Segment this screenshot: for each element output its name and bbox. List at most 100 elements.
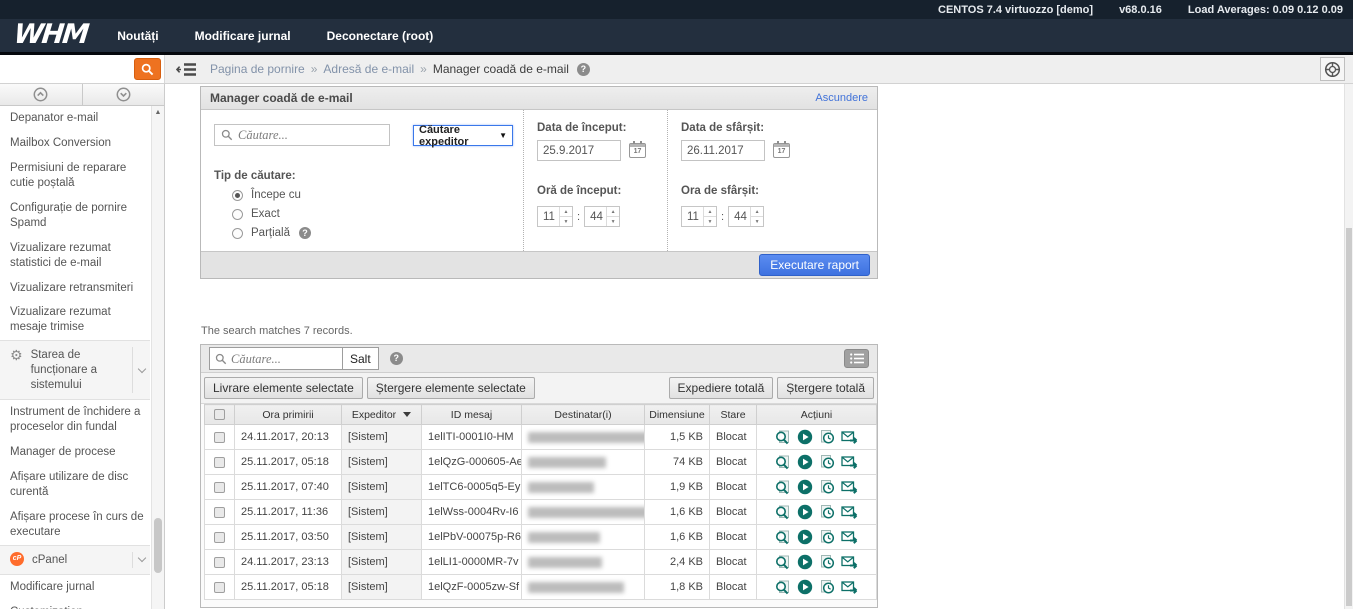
message-time-icon[interactable] xyxy=(819,504,835,520)
sidebar-item[interactable]: Afișare procese în curs de executare xyxy=(0,505,150,545)
list-view-button[interactable] xyxy=(844,349,869,368)
step-up-icon[interactable]: ▲ xyxy=(751,207,763,217)
row-checkbox[interactable] xyxy=(214,532,225,543)
search-type-radio[interactable]: Parțială xyxy=(232,227,517,239)
sidebar-item[interactable]: Mailbox Conversion xyxy=(0,131,150,156)
search-type-radio[interactable]: Începe cu xyxy=(232,189,517,201)
deliver-message-icon[interactable] xyxy=(797,454,813,470)
deliver-selected-button[interactable]: Livrare elemente selectate xyxy=(204,377,363,399)
search-filter-select[interactable]: Căutare expeditor ▼ xyxy=(413,125,513,146)
go-button[interactable]: Salt xyxy=(342,347,379,370)
col-message-id[interactable]: ID mesaj xyxy=(422,405,522,425)
row-checkbox[interactable] xyxy=(214,482,225,493)
hide-link[interactable]: Ascundere xyxy=(815,92,868,104)
sidebar-item[interactable]: Afișare utilizare de disc curentă xyxy=(0,465,150,505)
forward-message-icon[interactable] xyxy=(841,554,859,570)
end-minute-stepper[interactable]: 44 ▲▼ xyxy=(728,206,764,227)
sidebar-item[interactable]: Instrument de închidere a proceselor din… xyxy=(0,400,150,440)
start-date-input[interactable] xyxy=(537,140,621,161)
run-report-button[interactable]: Executare raport xyxy=(759,254,870,276)
header-select-all[interactable] xyxy=(205,405,235,425)
delete-selected-button[interactable]: Ștergere elemente selectate xyxy=(367,377,535,399)
view-message-icon[interactable] xyxy=(774,429,791,446)
forward-message-icon[interactable] xyxy=(841,579,859,595)
col-time[interactable]: Ora primirii xyxy=(235,405,342,425)
scrollbar-up-arrow-icon[interactable]: ▲ xyxy=(152,106,164,118)
forward-message-icon[interactable] xyxy=(841,429,859,445)
forward-message-icon[interactable] xyxy=(841,504,859,520)
calendar-icon[interactable]: 17 xyxy=(773,143,790,158)
header-nav-item[interactable]: Modificare jurnal xyxy=(195,29,291,43)
row-checkbox[interactable] xyxy=(214,557,225,568)
message-time-icon[interactable] xyxy=(819,454,835,470)
help-icon[interactable] xyxy=(299,227,311,239)
collapse-sidebar-icon[interactable] xyxy=(176,62,197,77)
header-nav-item[interactable]: Deconectare (root) xyxy=(327,29,434,43)
breadcrumb-home[interactable]: Pagina de pornire xyxy=(210,62,305,76)
col-status[interactable]: Stare xyxy=(710,405,757,425)
delete-all-button[interactable]: Ștergere totală xyxy=(777,377,874,399)
queue-search-input[interactable] xyxy=(238,126,383,144)
row-checkbox[interactable] xyxy=(214,432,225,443)
sidebar-item[interactable]: Permisiuni de reparare cutie poștală xyxy=(0,156,150,196)
message-time-icon[interactable] xyxy=(819,479,835,495)
start-hour-stepper[interactable]: 11 ▲▼ xyxy=(537,206,573,227)
sidebar-scrollbar[interactable]: ▲ xyxy=(151,106,164,609)
end-hour-stepper[interactable]: 11 ▲▼ xyxy=(681,206,717,227)
deliver-message-icon[interactable] xyxy=(797,504,813,520)
sidebar-item[interactable]: Manager de procese xyxy=(0,440,150,465)
header-nav-item[interactable]: Noutăți xyxy=(117,29,158,43)
view-message-icon[interactable] xyxy=(774,554,791,571)
view-message-icon[interactable] xyxy=(774,479,791,496)
end-date-input[interactable] xyxy=(681,140,765,161)
breadcrumb-email[interactable]: Adresă de e-mail xyxy=(323,62,414,76)
deliver-message-icon[interactable] xyxy=(797,479,813,495)
sidebar-item[interactable]: Vizualizare rezumat mesaje trimise xyxy=(0,300,150,340)
sidebar-item[interactable]: cP cPanel xyxy=(0,545,150,575)
step-down-icon[interactable]: ▼ xyxy=(607,217,619,226)
sidebar-search-button[interactable] xyxy=(134,58,161,80)
row-checkbox[interactable] xyxy=(214,582,225,593)
sidebar-item[interactable]: Vizualizare retransmiteri xyxy=(0,276,150,301)
col-size[interactable]: Dimensiune xyxy=(645,405,710,425)
sidebar-item[interactable]: Depanator e-mail xyxy=(0,106,150,131)
message-time-icon[interactable] xyxy=(819,429,835,445)
view-message-icon[interactable] xyxy=(774,504,791,521)
message-time-icon[interactable] xyxy=(819,554,835,570)
sidebar-search-input[interactable] xyxy=(3,59,134,80)
support-button[interactable] xyxy=(1320,57,1345,81)
chevron-down-icon[interactable] xyxy=(132,347,150,393)
page-scrollbar-thumb[interactable] xyxy=(1346,228,1352,606)
sidebar-scrollbar-thumb[interactable] xyxy=(154,518,162,573)
calendar-icon[interactable]: 17 xyxy=(629,143,646,158)
page-help-icon[interactable] xyxy=(577,63,590,76)
forward-message-icon[interactable] xyxy=(841,454,859,470)
search-type-radio[interactable]: Exact xyxy=(232,208,517,220)
page-scrollbar[interactable] xyxy=(1344,84,1353,609)
chevron-down-icon[interactable] xyxy=(132,552,150,568)
row-checkbox[interactable] xyxy=(214,457,225,468)
step-up-icon[interactable]: ▲ xyxy=(607,207,619,217)
deliver-message-icon[interactable] xyxy=(797,579,813,595)
row-checkbox[interactable] xyxy=(214,507,225,518)
step-up-icon[interactable]: ▲ xyxy=(704,207,716,217)
help-icon[interactable] xyxy=(390,352,403,365)
deliver-message-icon[interactable] xyxy=(797,529,813,545)
view-message-icon[interactable] xyxy=(774,529,791,546)
step-down-icon[interactable]: ▼ xyxy=(560,217,572,226)
select-all-checkbox[interactable] xyxy=(214,409,225,420)
table-search-input[interactable] xyxy=(231,350,337,368)
message-time-icon[interactable] xyxy=(819,579,835,595)
scroll-down-button[interactable] xyxy=(83,84,165,105)
start-minute-stepper[interactable]: 44 ▲▼ xyxy=(584,206,620,227)
col-recipient[interactable]: Destinatar(i) xyxy=(522,405,645,425)
sidebar-item[interactable]: Customization xyxy=(0,600,150,609)
whm-logo[interactable]: WHM xyxy=(12,19,89,50)
forward-message-icon[interactable] xyxy=(841,479,859,495)
forward-message-icon[interactable] xyxy=(841,529,859,545)
step-up-icon[interactable]: ▲ xyxy=(560,207,572,217)
sidebar-item[interactable]: Modificare jurnal xyxy=(0,575,150,600)
sidebar-item[interactable]: Configurație de pornire Spamd xyxy=(0,196,150,236)
sidebar-item[interactable]: ⚙ Starea de funcționare a sistemului xyxy=(0,340,150,400)
deliver-message-icon[interactable] xyxy=(797,554,813,570)
